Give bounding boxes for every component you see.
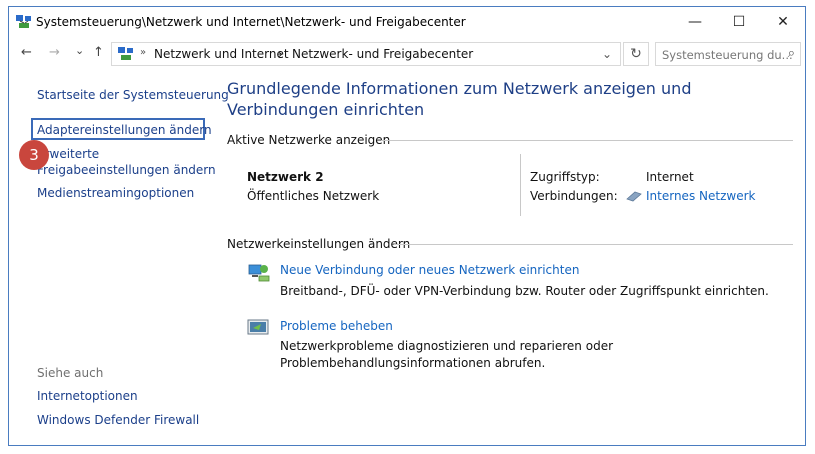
- troubleshoot-description: Netzwerkprobleme diagnostizieren und rep…: [280, 339, 614, 370]
- search-icon[interactable]: ⌕: [788, 46, 795, 61]
- minimize-icon: —: [688, 14, 702, 30]
- search-placeholder: Systemsteuerung du...: [662, 48, 793, 62]
- network-center-icon: [16, 15, 31, 28]
- connections-label: Verbindungen:: [530, 189, 618, 203]
- troubleshoot-link[interactable]: Probleme beheben: [280, 319, 393, 333]
- new-connection-description: Breitband-, DFÜ- oder VPN-Verbindung bzw…: [280, 284, 769, 298]
- breadcrumb-arrow-icon[interactable]: ›: [278, 47, 283, 61]
- ethernet-connection-icon: [626, 191, 642, 202]
- refresh-button[interactable]: ↻: [623, 42, 649, 66]
- window-title: Systemsteuerung\Netzwerk und Internet\Ne…: [36, 15, 466, 29]
- breadcrumb-netzwerk-internet[interactable]: Netzwerk und Internet: [154, 47, 289, 61]
- section-divider: [381, 140, 793, 141]
- sidebar-link-adapter[interactable]: Adaptereinstellungen ändern: [37, 123, 212, 137]
- close-icon: ✕: [777, 14, 789, 30]
- new-connection-link[interactable]: Neue Verbindung oder neues Netzwerk einr…: [280, 263, 579, 277]
- breadcrumb-freigabecenter[interactable]: Netzwerk- und Freigabecenter: [292, 47, 473, 61]
- network-center-icon: [118, 47, 133, 60]
- internal-network-link[interactable]: Internes Netzwerk: [646, 189, 755, 203]
- sidebar-link-internet-options[interactable]: Internetoptionen: [37, 389, 138, 403]
- address-toolbar: ← → ⌄ ↑ » Netzwerk und Internet › Netzwe…: [9, 38, 805, 70]
- new-connection-icon: [248, 264, 270, 282]
- troubleshoot-icon: [247, 319, 269, 335]
- change-settings-heading: Netzwerkeinstellungen ändern: [227, 237, 411, 251]
- recent-locations-button[interactable]: ⌄: [75, 44, 84, 57]
- search-box[interactable]: Systemsteuerung du... ⌕: [655, 42, 801, 66]
- sidebar-link-firewall[interactable]: Windows Defender Firewall: [37, 413, 199, 427]
- page-title: Grundlegende Informationen zum Netzwerk …: [227, 79, 692, 119]
- network-divider: [520, 154, 521, 216]
- refresh-icon: ↻: [630, 46, 642, 62]
- address-bar[interactable]: » Netzwerk und Internet › Netzwerk- und …: [111, 42, 621, 66]
- breadcrumb-separator-icon[interactable]: »: [140, 47, 146, 58]
- sidebar-link-advanced-sharing-2[interactable]: Freigabeeinstellungen ändern: [37, 163, 216, 177]
- see-also-heading: Siehe auch: [37, 366, 104, 380]
- access-type-value: Internet: [646, 170, 694, 184]
- section-divider: [394, 244, 793, 245]
- maximize-button[interactable]: ☐: [717, 7, 761, 37]
- sidebar-link-home[interactable]: Startseite der Systemsteuerung: [37, 88, 229, 102]
- close-button[interactable]: ✕: [761, 7, 805, 37]
- title-bar: Systemsteuerung\Netzwerk und Internet\Ne…: [9, 7, 805, 37]
- address-dropdown-icon[interactable]: ⌄: [602, 47, 612, 61]
- active-networks-heading: Aktive Netzwerke anzeigen: [227, 133, 391, 147]
- back-button[interactable]: ←: [21, 45, 32, 60]
- forward-button[interactable]: →: [49, 45, 60, 60]
- sidebar-link-media-streaming[interactable]: Medienstreamingoptionen: [37, 186, 194, 200]
- up-button[interactable]: ↑: [93, 45, 104, 60]
- maximize-icon: ☐: [732, 14, 746, 30]
- network-name: Netzwerk 2: [247, 170, 324, 184]
- step-badge: 3: [19, 140, 49, 170]
- network-type: Öffentliches Netzwerk: [247, 189, 380, 203]
- access-type-label: Zugriffstyp:: [530, 170, 600, 184]
- control-panel-window: Systemsteuerung\Netzwerk und Internet\Ne…: [8, 6, 806, 446]
- minimize-button[interactable]: —: [673, 7, 717, 37]
